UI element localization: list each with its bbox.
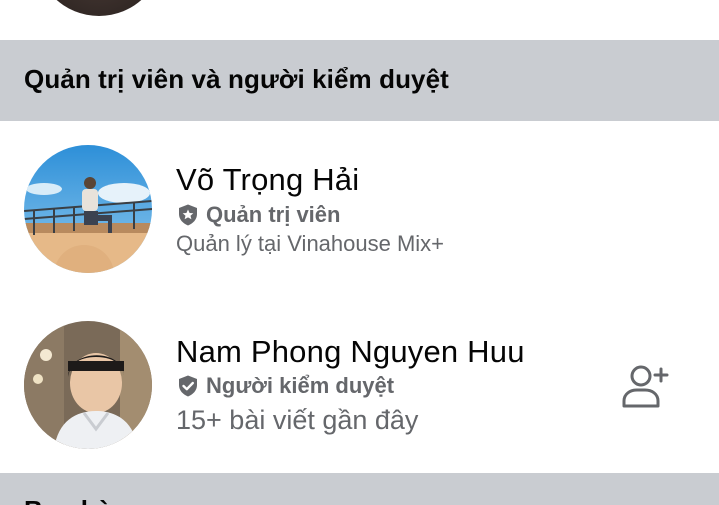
avatar[interactable] [24,321,152,449]
avatar[interactable] [24,145,152,273]
member-subtitle: Quản lý tại Vinahouse Mix+ [176,231,445,256]
moderator-shield-check-icon [179,375,197,397]
member-row[interactable]: Nam Phong Nguyen Huu Người kiểm duyệt 15… [0,315,719,475]
group-members-page: Quản trị viên và người kiểm duyệt Võ Trọ… [0,0,719,505]
member-role: Người kiểm duyệt [176,373,394,399]
previous-member-avatar[interactable] [35,0,163,16]
member-role: Quản trị viên [176,202,340,228]
section-header-admins-moderators: Quản trị viên và người kiểm duyệt [0,40,719,121]
section-title: Bạn bè [24,495,111,505]
admin-shield-star-icon [179,204,197,226]
avatar-photo-icon [24,321,152,449]
role-label: Quản trị viên [206,202,341,227]
member-name[interactable]: Võ Trọng Hải [176,162,359,198]
add-friend-icon [622,365,669,408]
member-name[interactable]: Nam Phong Nguyen Huu [176,334,525,370]
member-row[interactable]: Võ Trọng Hải Quản trị viên Quản lý tại V… [0,140,719,300]
member-subtitle: 15+ bài viết gần đây [176,405,419,435]
section-title: Quản trị viên và người kiểm duyệt [24,64,449,94]
role-label: Người kiểm duyệt [206,373,395,398]
avatar-photo-icon [24,145,152,273]
add-friend-button[interactable] [617,359,673,415]
section-header-next: Bạn bè [0,473,719,505]
